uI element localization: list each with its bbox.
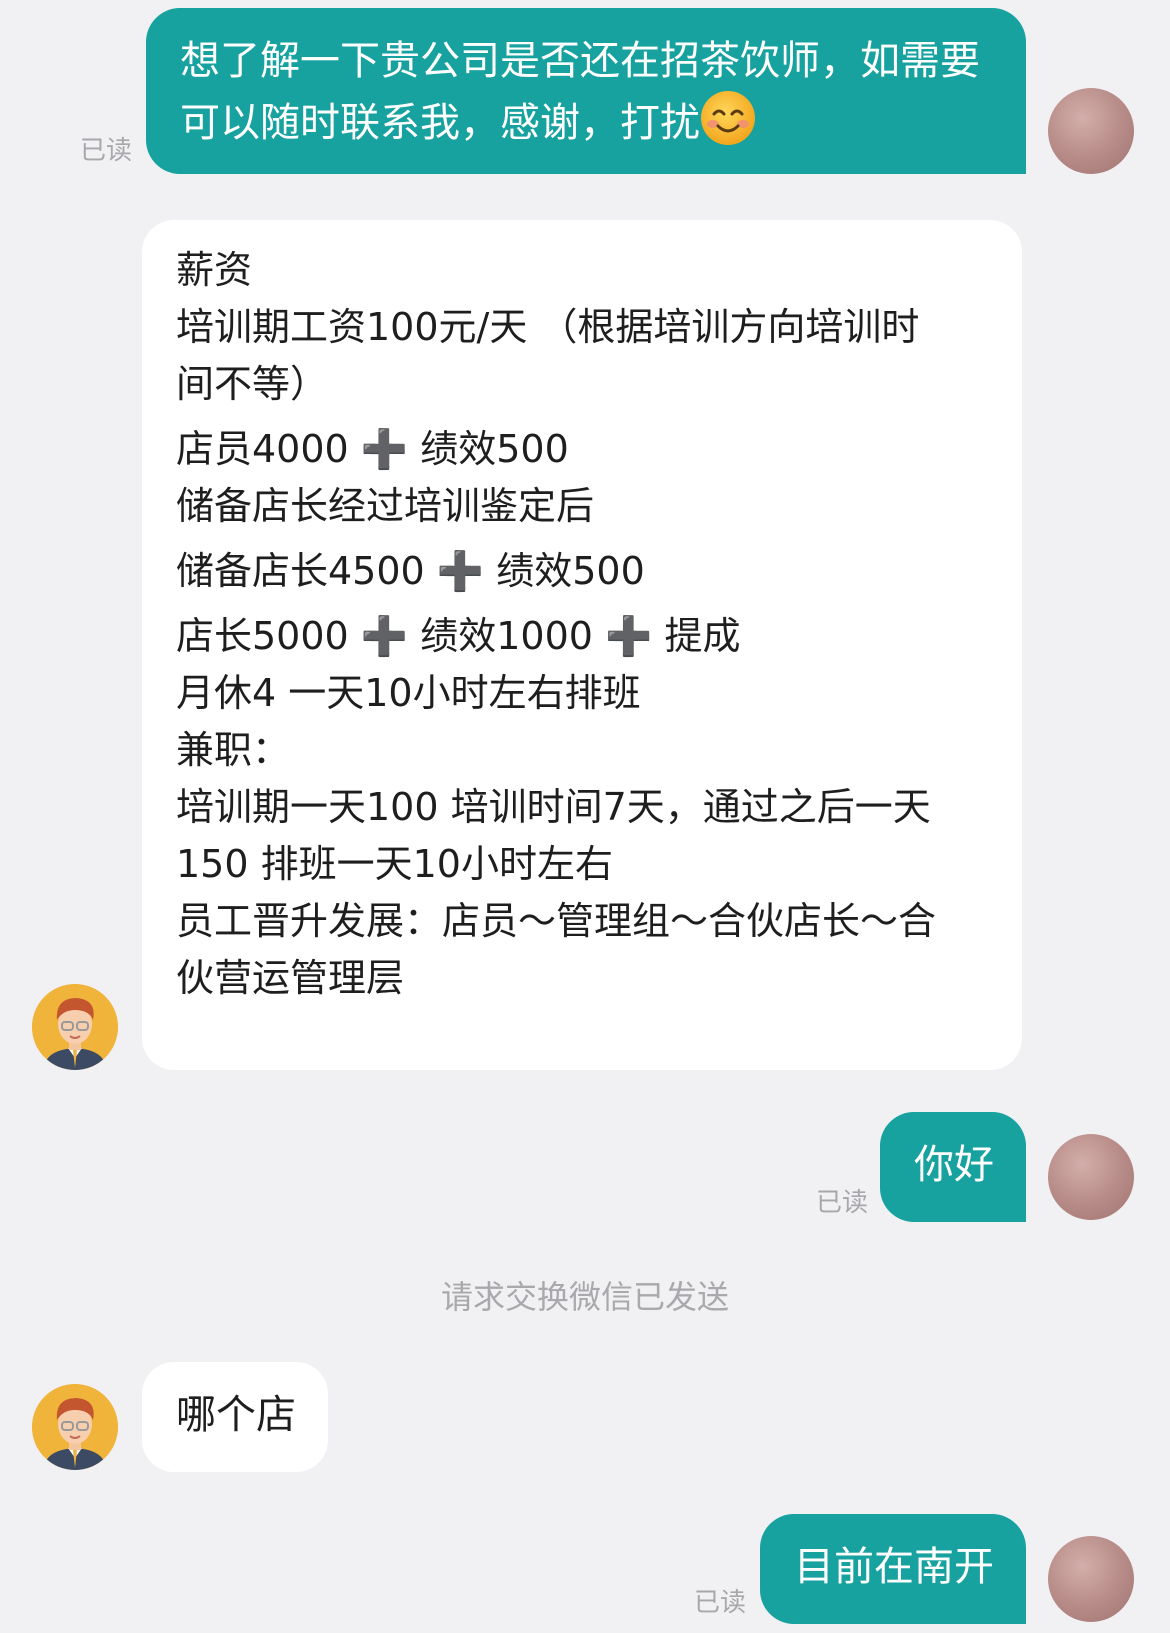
plus-icon: ➕ <box>360 614 409 658</box>
message-text: 目前在南开 <box>794 1544 994 1590</box>
read-receipt: 已读 <box>80 136 133 166</box>
plus-icon: ➕ <box>360 427 409 471</box>
system-notice: 请求交换微信已发送 <box>440 1278 729 1316</box>
message-text: 间不等） <box>176 362 329 406</box>
read-receipt: 已读 <box>816 1188 869 1218</box>
user-avatar[interactable] <box>1048 88 1134 174</box>
outgoing-message-bubble[interactable]: 目前在南开 <box>760 1514 1026 1624</box>
message-text: 哪个店 <box>176 1392 296 1438</box>
message-text: 培训期一天100 培训时间7天，通过之后一天 <box>176 785 931 829</box>
read-receipt: 已读 <box>694 1588 747 1618</box>
message-text: 月休4 一天10小时左右排班 <box>176 671 641 715</box>
incoming-message-bubble[interactable]: 薪资 培训期工资100元/天 （根据培训方向培训时 间不等） 店员4000 ➕ … <box>142 220 1022 1070</box>
message-text: 薪资 <box>176 248 253 292</box>
recruiter-avatar-icon <box>32 984 118 1070</box>
recruiter-avatar[interactable] <box>32 984 118 1070</box>
incoming-message-bubble[interactable]: 哪个店 <box>142 1362 328 1472</box>
message-text: 店员4000 ➕ 绩效500 <box>176 427 569 471</box>
message-text: 伙营运管理层 <box>176 956 405 1000</box>
user-avatar[interactable] <box>1048 1536 1134 1622</box>
recruiter-avatar-icon <box>32 1384 118 1470</box>
message-text: 培训期工资100元/天 （根据培训方向培训时 <box>176 305 920 349</box>
message-text: 员工晋升发展：店员～管理组～合伙店长～合 <box>176 899 937 943</box>
message-text: 储备店长经过培训鉴定后 <box>176 484 595 528</box>
message-text: 储备店长4500 ➕ 绩效500 <box>176 549 645 593</box>
recruiter-avatar[interactable] <box>32 1384 118 1470</box>
outgoing-message-bubble[interactable]: 想了解一下贵公司是否还在招茶饮师，如需要 可以随时联系我，感谢，打扰 <box>146 8 1026 174</box>
smiling-face-emoji-icon <box>700 90 756 162</box>
outgoing-message-bubble[interactable]: 你好 <box>880 1112 1026 1222</box>
message-text: 150 排班一天10小时左右 <box>176 842 613 886</box>
message-text: 想了解一下贵公司是否还在招茶饮师，如需要 <box>180 38 980 84</box>
plus-icon: ➕ <box>436 549 485 593</box>
message-text: 你好 <box>914 1142 994 1188</box>
user-avatar[interactable] <box>1048 1134 1134 1220</box>
message-text: 店长5000 ➕ 绩效1000 ➕ 提成 <box>176 614 741 658</box>
message-text: 兼职： <box>176 728 291 772</box>
message-text: 可以随时联系我，感谢，打扰 <box>180 90 1026 162</box>
plus-icon: ➕ <box>605 614 653 658</box>
